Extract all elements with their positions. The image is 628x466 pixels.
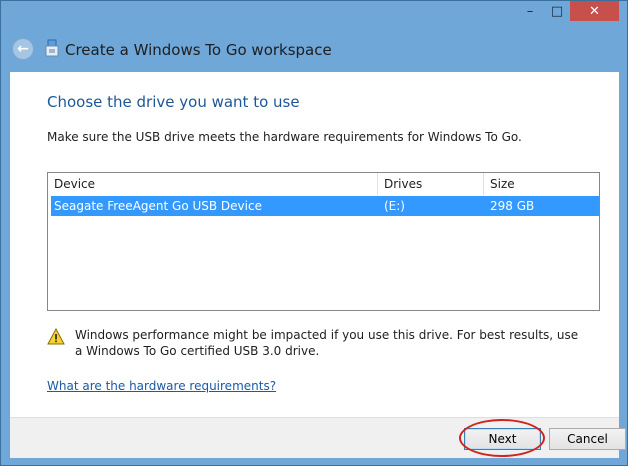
column-header-drives[interactable]: Drives [378, 173, 484, 195]
window-frame: – □ ✕ ← Create a Windows To Go workspace… [0, 0, 628, 466]
column-header-device[interactable]: Device [48, 173, 378, 195]
page-heading: Choose the drive you want to use [47, 93, 300, 111]
title-bar[interactable]: – □ ✕ [1, 1, 627, 33]
minimize-button[interactable]: – [517, 1, 543, 21]
back-arrow-icon: ← [17, 41, 29, 57]
close-button[interactable]: ✕ [570, 1, 619, 21]
instruction-text: Make sure the USB drive meets the hardwa… [47, 130, 522, 144]
list-header: Device Drives Size [48, 173, 599, 195]
drive-letter: (E:) [384, 199, 405, 213]
wizard-content: Choose the drive you want to use Make su… [10, 72, 619, 417]
cancel-button-label: Cancel [567, 432, 608, 446]
warning-icon [47, 328, 65, 345]
warning-text: Windows performance might be impacted if… [75, 328, 579, 358]
drive-row[interactable]: Seagate FreeAgent Go USB Device (E:) 298… [51, 196, 599, 216]
usb-drive-icon [45, 39, 59, 57]
maximize-button[interactable]: □ [544, 1, 570, 21]
next-button-label: Next [488, 432, 517, 446]
back-button[interactable]: ← [12, 38, 34, 60]
next-button[interactable]: Next [464, 428, 541, 450]
drive-size: 298 GB [490, 199, 535, 213]
cancel-button[interactable]: Cancel [549, 428, 626, 450]
drive-device-name: Seagate FreeAgent Go USB Device [54, 199, 262, 213]
window-title: Create a Windows To Go workspace [65, 41, 332, 59]
hardware-requirements-link[interactable]: What are the hardware requirements? [47, 379, 276, 393]
drive-list[interactable]: Device Drives Size Seagate FreeAgent Go … [47, 172, 600, 311]
column-header-size[interactable]: Size [484, 173, 599, 195]
button-bar: Next Cancel [10, 417, 626, 458]
